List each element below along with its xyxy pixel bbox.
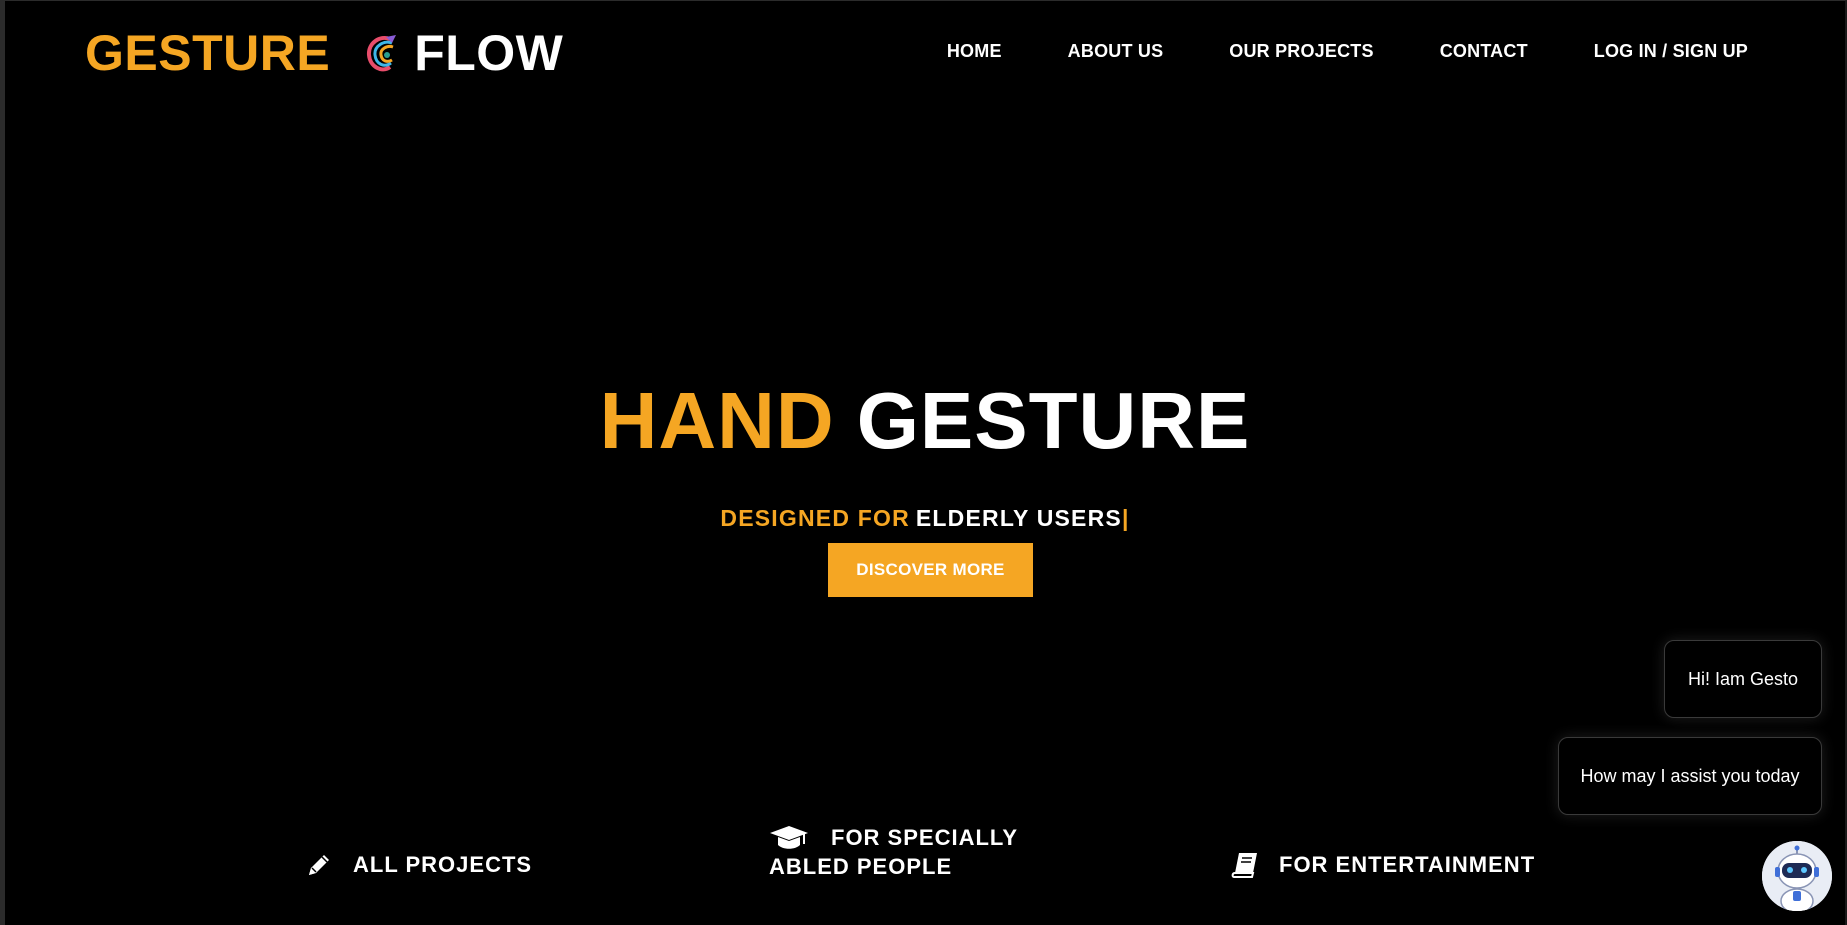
brand-logo[interactable]: GESTURE FLOW (85, 23, 563, 83)
feature-label: FOR ENTERTAINMENT (1279, 852, 1536, 877)
nav-login-signup[interactable]: LOG IN / SIGN UP (1594, 41, 1748, 62)
swirl-hand-logo-icon (362, 31, 402, 75)
hero-title: HAND GESTURE (5, 376, 1845, 466)
discover-more-button[interactable]: DISCOVER MORE (828, 543, 1033, 597)
brand-word-flow: FLOW (414, 25, 564, 81)
robot-avatar-icon[interactable] (1762, 841, 1832, 911)
main-nav: HOME ABOUT US OUR PROJECTS CONTACT LOG I… (881, 41, 1748, 62)
feature-specially-abled[interactable]: FOR SPECIALLY ABLED PEOPLE (769, 824, 1069, 880)
feature-label: ALL PROJECTS (353, 852, 533, 877)
chat-greeting-bubble: Hi! Iam Gesto (1664, 640, 1822, 718)
hero-title-white: GESTURE (856, 376, 1251, 465)
chat-greeting-text: Hi! Iam Gesto (1687, 668, 1799, 689)
hero-title-orange: HAND (599, 376, 835, 465)
chat-question-text: How may I assist you today (1580, 765, 1800, 786)
brand-word-gesture: GESTURE (85, 25, 331, 81)
chat-question-bubble: How may I assist you today (1558, 737, 1822, 815)
page-frame: GESTURE FLOW HOME ABOUT US OUR PROJECTS … (0, 0, 1847, 925)
nav-our-projects[interactable]: OUR PROJECTS (1229, 41, 1373, 62)
nav-home[interactable]: HOME (947, 41, 1002, 62)
feature-entertainment[interactable]: FOR ENTERTAINMENT (1231, 851, 1535, 879)
pencil-icon (305, 851, 333, 879)
typing-cursor: | (1121, 505, 1130, 531)
feature-label-line2: ABLED PEOPLE (769, 854, 953, 879)
book-icon (1231, 851, 1259, 879)
hero-subtitle-white: ELDERLY USERS (915, 505, 1122, 531)
feature-label-line1: FOR SPECIALLY (831, 825, 1018, 850)
graduation-cap-icon (769, 824, 809, 852)
nav-about-us[interactable]: ABOUT US (1068, 41, 1164, 62)
hero-subtitle: DESIGNED FOR ELDERLY USERS| (5, 505, 1845, 532)
nav-contact[interactable]: CONTACT (1440, 41, 1528, 62)
hero-subtitle-orange: DESIGNED FOR (720, 505, 910, 531)
feature-all-projects[interactable]: ALL PROJECTS (305, 851, 532, 879)
